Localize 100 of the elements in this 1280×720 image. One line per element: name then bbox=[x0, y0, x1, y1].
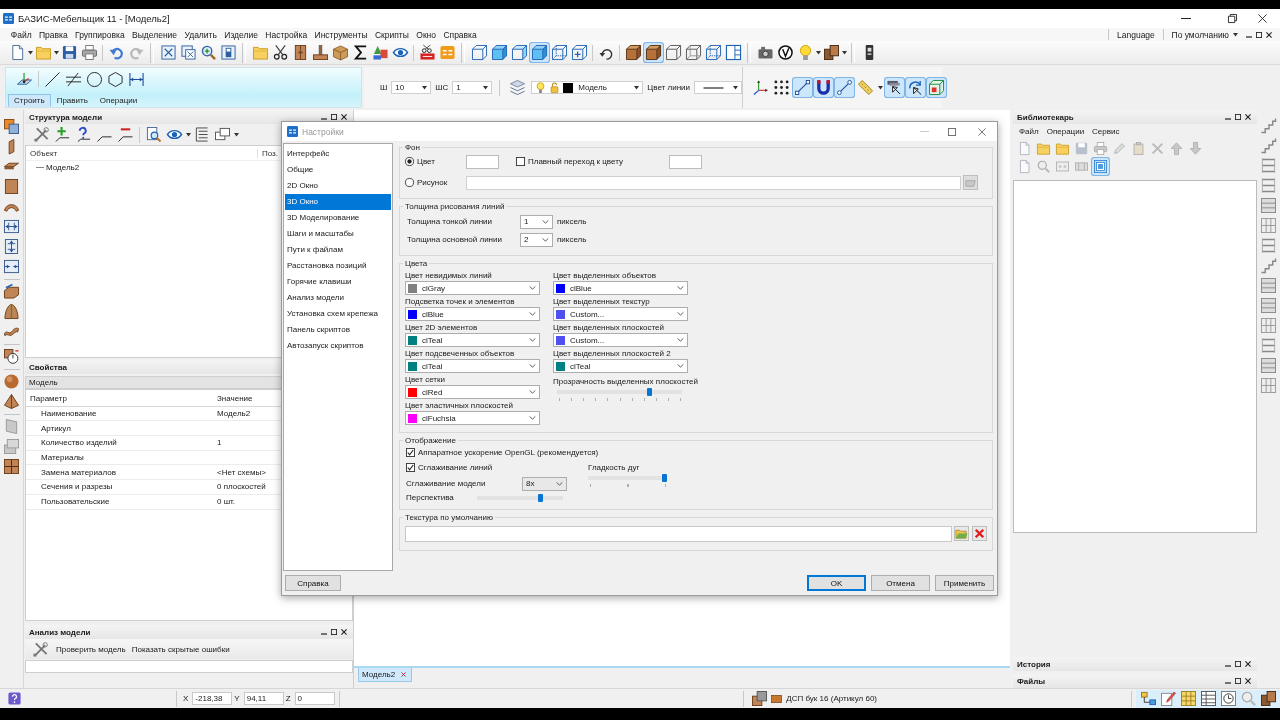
wireframe-cube-icon[interactable] bbox=[705, 45, 721, 60]
undo-icon[interactable] bbox=[108, 45, 124, 60]
grid-step-dropdown[interactable]: 1 bbox=[452, 81, 493, 94]
arch-icon[interactable] bbox=[4, 304, 19, 319]
category-item[interactable]: 3D Окно bbox=[285, 194, 391, 210]
dialog-button[interactable]: Применить bbox=[935, 575, 994, 591]
maximize-icon[interactable] bbox=[1235, 661, 1241, 667]
caret-icon[interactable] bbox=[186, 132, 191, 137]
grid-icon[interactable] bbox=[1180, 691, 1196, 706]
menu-item[interactable]: Сервис bbox=[1088, 126, 1124, 136]
eye-icon[interactable] bbox=[392, 45, 408, 60]
cursor-layers-icon[interactable] bbox=[887, 80, 902, 95]
parallel-line-icon[interactable] bbox=[66, 71, 81, 87]
delete-icon[interactable] bbox=[972, 526, 987, 541]
property-value[interactable]: 0 плоскостей bbox=[217, 482, 266, 492]
dialog-button[interactable]: Справка bbox=[285, 575, 341, 591]
note-icon[interactable] bbox=[1160, 691, 1176, 706]
coordinate-field[interactable]: 94,11 bbox=[243, 692, 284, 705]
cabinet-icon[interactable] bbox=[292, 45, 308, 60]
dialog-button[interactable]: Отмена bbox=[871, 575, 930, 591]
caret-icon[interactable] bbox=[878, 85, 883, 90]
menu-item[interactable]: Удалить bbox=[180, 29, 221, 40]
printer-icon[interactable] bbox=[81, 45, 97, 60]
list-icon[interactable] bbox=[194, 127, 209, 142]
shaded-cube-icon[interactable] bbox=[531, 45, 547, 60]
circle-icon[interactable] bbox=[87, 71, 102, 87]
minimize-icon[interactable] bbox=[1246, 35, 1252, 38]
menu-item[interactable]: Скрипты bbox=[371, 29, 413, 40]
box-frame-icon[interactable] bbox=[929, 80, 944, 95]
question-node-icon[interactable] bbox=[76, 127, 91, 142]
color-dropdown[interactable]: Custom... bbox=[553, 307, 688, 321]
column-header[interactable]: Поз. bbox=[257, 148, 278, 158]
draw-plane-icon[interactable] bbox=[17, 71, 32, 87]
dimension-icon[interactable] bbox=[129, 71, 144, 87]
horizontal-spacing-icon[interactable] bbox=[4, 219, 19, 234]
slider-thumb[interactable] bbox=[662, 474, 667, 482]
windows-icon[interactable] bbox=[215, 127, 230, 142]
menu-item[interactable]: Группировка bbox=[71, 29, 129, 40]
close-icon[interactable] bbox=[1245, 114, 1251, 120]
stand-icon[interactable] bbox=[312, 45, 328, 60]
category-item[interactable]: Установка схем крепежа bbox=[285, 306, 391, 322]
wireframe-cube-icon[interactable] bbox=[685, 45, 701, 60]
tab[interactable]: Операции bbox=[93, 94, 144, 107]
radio-button[interactable] bbox=[405, 157, 414, 166]
checkbox[interactable] bbox=[516, 157, 525, 166]
thickness-dropdown[interactable]: 2 bbox=[520, 232, 553, 247]
zoom-extents-icon[interactable] bbox=[160, 45, 176, 60]
slider-track[interactable] bbox=[588, 474, 667, 482]
checkbox[interactable] bbox=[406, 447, 415, 457]
panel-rotation-icon[interactable] bbox=[4, 349, 19, 364]
maximize-icon[interactable] bbox=[1235, 678, 1241, 684]
document-search-icon[interactable] bbox=[146, 127, 161, 142]
slider-thumb[interactable] bbox=[647, 388, 652, 396]
wireframe-cube-icon[interactable] bbox=[471, 45, 487, 60]
close-icon[interactable] bbox=[341, 629, 347, 635]
color-dropdown[interactable]: clTeal bbox=[405, 333, 540, 347]
image-path-field[interactable] bbox=[466, 175, 961, 190]
color-picker-field[interactable] bbox=[669, 154, 702, 169]
caret-icon[interactable] bbox=[28, 50, 33, 55]
shelf-icon[interactable] bbox=[1261, 238, 1276, 253]
category-item[interactable]: Горячие клавиши bbox=[285, 274, 391, 290]
thickness-dropdown[interactable]: 1 bbox=[520, 214, 553, 229]
document-tab[interactable]: Модель2 bbox=[358, 668, 413, 682]
clock-icon[interactable] bbox=[1220, 691, 1236, 706]
action-link[interactable]: Проверить модель bbox=[56, 644, 126, 654]
slider-track[interactable] bbox=[557, 388, 682, 396]
wireframe-cube-icon[interactable] bbox=[665, 45, 681, 60]
column-header[interactable]: Объект bbox=[26, 148, 257, 158]
property-value[interactable]: 0 шт. bbox=[217, 497, 236, 507]
zoom-page-icon[interactable] bbox=[220, 45, 236, 60]
object-name[interactable]: Модель bbox=[29, 378, 58, 387]
caret-icon[interactable] bbox=[54, 50, 59, 55]
axes-icon[interactable] bbox=[753, 80, 768, 95]
maximize-icon[interactable] bbox=[1256, 31, 1262, 38]
shelf-icon[interactable] bbox=[1261, 158, 1276, 173]
maximize-icon[interactable] bbox=[331, 114, 337, 120]
caret-icon[interactable] bbox=[816, 50, 821, 55]
slanted-panel-icon[interactable] bbox=[4, 284, 19, 299]
new-document-icon[interactable] bbox=[9, 45, 25, 60]
sphere-icon[interactable] bbox=[4, 374, 19, 389]
segment-icon[interactable] bbox=[837, 80, 852, 95]
textured-cube-icon[interactable] bbox=[625, 45, 641, 60]
sum-icon[interactable] bbox=[352, 45, 368, 60]
line-icon[interactable] bbox=[45, 71, 60, 87]
tiles-icon[interactable] bbox=[1094, 160, 1107, 173]
menu-item[interactable]: Выделение bbox=[128, 29, 181, 40]
step-dropdown[interactable]: 10 bbox=[391, 81, 432, 94]
property-value[interactable]: <Нет схемы> bbox=[217, 467, 266, 477]
category-item[interactable]: Общие bbox=[285, 162, 391, 178]
caret-icon[interactable] bbox=[234, 132, 239, 137]
property-value[interactable]: Модель2 bbox=[217, 409, 251, 419]
shelf-icon[interactable] bbox=[1261, 178, 1276, 193]
category-item[interactable]: 3D Моделирование bbox=[285, 210, 391, 226]
color-dropdown[interactable]: clFuchsia bbox=[405, 411, 540, 425]
caret-icon[interactable] bbox=[842, 50, 847, 55]
shelf-icon[interactable] bbox=[1261, 338, 1276, 353]
maximize-icon[interactable] bbox=[331, 629, 337, 635]
cube-plus-icon[interactable] bbox=[571, 45, 587, 60]
scissors-tag-icon[interactable] bbox=[419, 45, 435, 60]
cabinet-doors-icon[interactable] bbox=[4, 459, 19, 474]
